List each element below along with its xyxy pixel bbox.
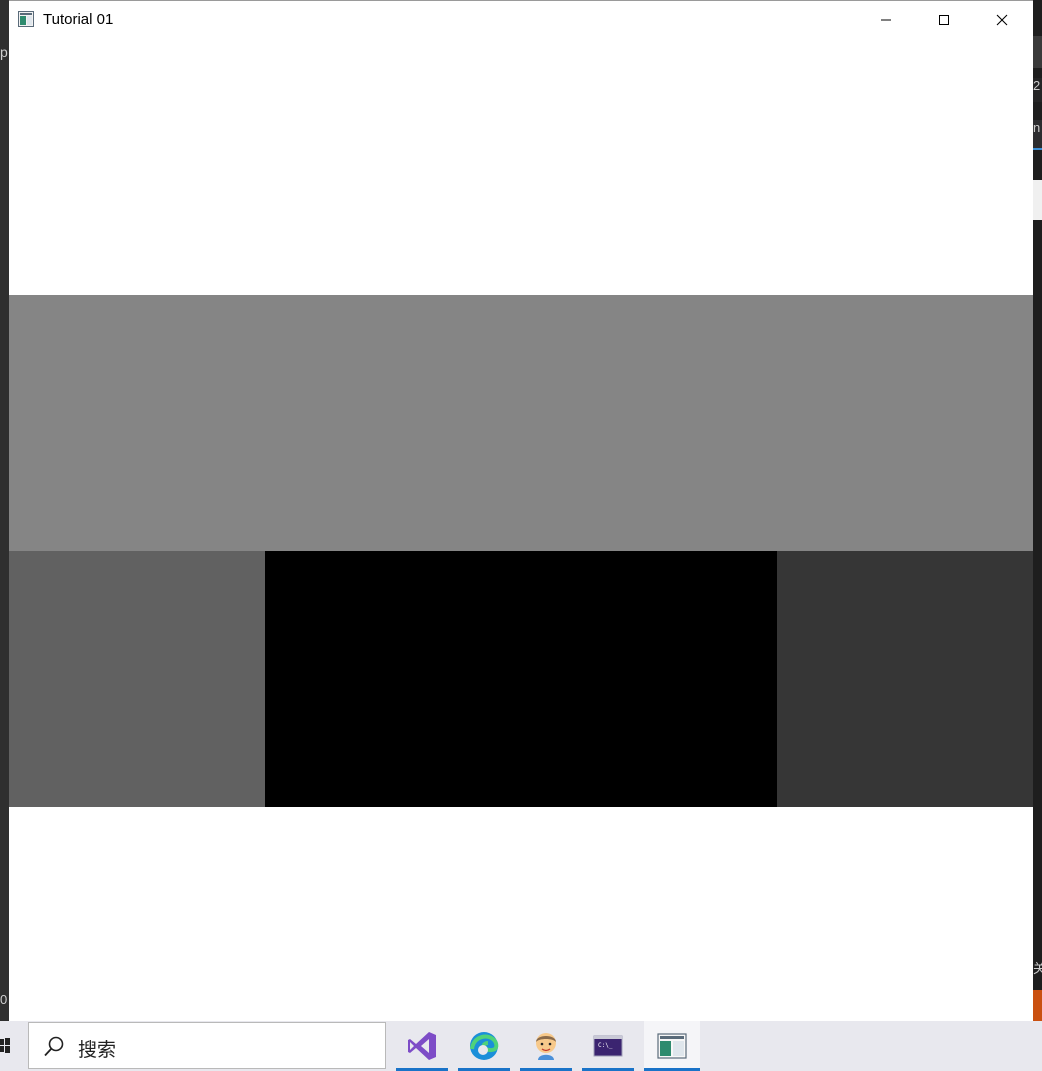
- close-icon: [996, 14, 1008, 26]
- gray-band: [9, 295, 1033, 551]
- minimize-icon: [881, 19, 891, 21]
- taskbar-app-visual-studio[interactable]: [396, 1021, 448, 1071]
- background-left-bottom-text: 0: [0, 992, 8, 1007]
- taskbar-app-tutorial-01[interactable]: [644, 1021, 700, 1071]
- background-left-text: p: [0, 44, 8, 60]
- app-window-icon: [657, 1033, 687, 1059]
- background-right-text-3: 关: [1033, 961, 1042, 976]
- render-viewport[interactable]: [9, 39, 1033, 1022]
- taskbar-app-edge[interactable]: [458, 1021, 510, 1071]
- app-window: Tutorial 01: [9, 0, 1033, 1022]
- taskbar-search-box[interactable]: 搜索: [28, 1022, 386, 1069]
- avatar-icon: [536, 1033, 556, 1060]
- charcoal-tile-right: [777, 551, 1033, 807]
- background-right-text-2: n: [1033, 120, 1042, 150]
- svg-text:C:\_: C:\_: [598, 1042, 613, 1049]
- background-right: 2 n 关: [1033, 0, 1042, 1021]
- dark-gray-tile-left: [9, 551, 265, 807]
- close-button[interactable]: [973, 1, 1031, 39]
- maximize-icon: [939, 15, 949, 25]
- window-title: Tutorial 01: [43, 11, 114, 28]
- background-right-text-1: 2: [1033, 78, 1042, 102]
- terminal-icon: C:\_: [593, 1035, 623, 1057]
- minimize-button[interactable]: [857, 1, 915, 39]
- maximize-button[interactable]: [915, 1, 973, 39]
- taskbar: 搜索 C:\_: [0, 1021, 1042, 1071]
- windows-icon: [0, 1038, 10, 1053]
- taskbar-app-terminal[interactable]: C:\_: [582, 1021, 634, 1071]
- edge-icon: [470, 1032, 499, 1060]
- taskbar-app-avatar[interactable]: [520, 1021, 572, 1071]
- app-window-icon: [18, 11, 34, 27]
- search-placeholder: 搜索: [78, 1039, 117, 1061]
- visual-studio-icon: [408, 1032, 436, 1060]
- title-bar[interactable]: Tutorial 01: [9, 1, 1033, 39]
- background-left: p 0: [0, 0, 9, 1021]
- start-button[interactable]: [0, 1021, 24, 1071]
- black-tile-center: [265, 551, 777, 807]
- search-icon: [44, 1036, 64, 1057]
